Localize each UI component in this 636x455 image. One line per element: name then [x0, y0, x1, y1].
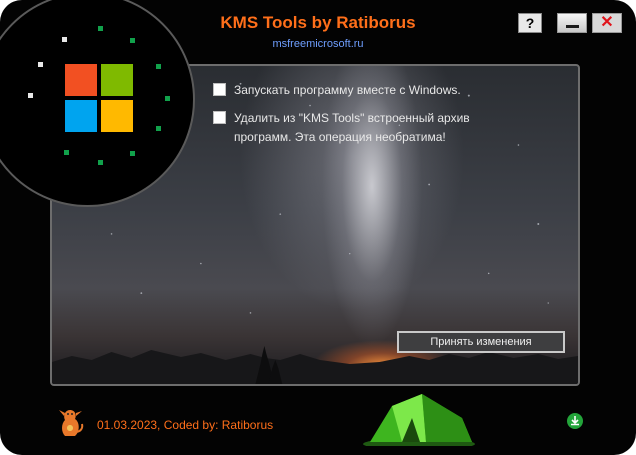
delete-archive-option[interactable]: Удалить из "KMS Tools" встроенный архив … — [213, 109, 513, 147]
close-button[interactable]: ✕ — [592, 13, 622, 33]
progress-dot — [98, 26, 103, 31]
autostart-checkbox[interactable] — [213, 83, 226, 96]
autostart-option[interactable]: Запускать программу вместе с Windows. — [213, 81, 461, 100]
app-window: KMS Tools by Ratiborus msfreemicrosoft.r… — [0, 0, 636, 455]
dragon-icon — [59, 410, 84, 436]
download-icon[interactable] — [567, 413, 583, 429]
progress-dot — [156, 126, 161, 131]
apply-changes-button[interactable]: Принять изменения — [397, 331, 565, 353]
progress-dot — [130, 38, 135, 43]
delete-archive-checkbox[interactable] — [213, 111, 226, 124]
autostart-label: Запускать программу вместе с Windows. — [234, 83, 461, 97]
minimize-button[interactable] — [557, 13, 587, 33]
progress-dot — [64, 150, 69, 155]
progress-dot — [28, 93, 33, 98]
tent-icon — [363, 394, 475, 446]
progress-dot — [98, 160, 103, 165]
progress-dot — [38, 62, 43, 67]
progress-dot — [130, 151, 135, 156]
minimize-icon — [566, 25, 579, 28]
footer-credits: 01.03.2023, Coded by: Ratiborus — [97, 418, 274, 432]
progress-dot — [62, 37, 67, 42]
progress-dot — [156, 64, 161, 69]
help-button[interactable]: ? — [518, 13, 542, 33]
delete-archive-label: Удалить из "KMS Tools" встроенный архив … — [234, 111, 470, 144]
microsoft-logo-icon — [65, 64, 135, 134]
progress-dot — [165, 96, 170, 101]
